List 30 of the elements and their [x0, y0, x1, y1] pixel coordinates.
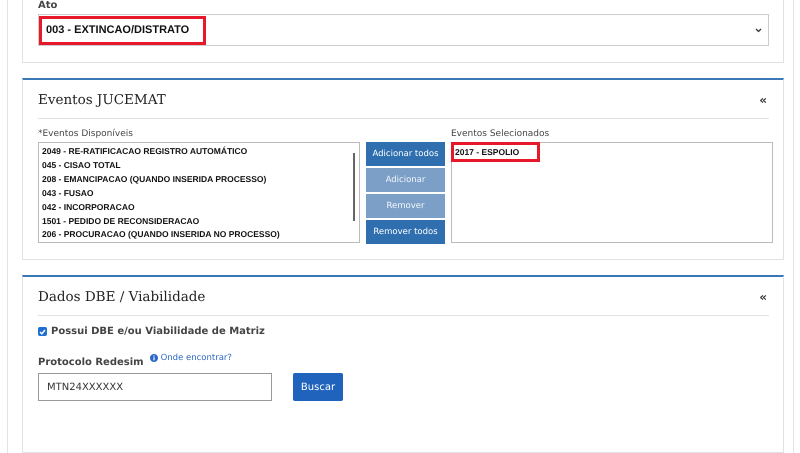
protocolo-field[interactable]: MTN24XXXXXX — [38, 373, 272, 401]
ato-select[interactable]: 003 - EXTINCAO/DISTRATO — [38, 14, 769, 46]
checkbox-label: Possui DBE e/ou Viabilidade de Matriz — [51, 326, 265, 337]
list-option[interactable]: 2049 - RE-RATIFICACAO REGISTRO AUTOMÁTICO — [41, 145, 248, 159]
list-option[interactable]: 2017 - ESPOLIO — [451, 142, 540, 162]
info-icon — [150, 354, 158, 362]
transfer-button[interactable]: Remover todos — [366, 220, 445, 244]
selected-list[interactable]: 2017 - ESPOLIO — [451, 142, 773, 243]
search-button[interactable]: Buscar — [293, 373, 343, 401]
list-option[interactable]: 208 - EMANCIPACAO (QUANDO INSERIDA PROCESSO) — [41, 172, 266, 187]
select-value: 003 - EXTINCAO/DISTRATO — [39, 16, 206, 44]
list-option[interactable]: 042 - INCORPORACAO — [41, 200, 135, 215]
list-label: Eventos Selecionados — [451, 129, 550, 139]
field-label: Protocolo Redesim — [38, 357, 144, 368]
help-link[interactable]: Onde encontrar? — [150, 353, 232, 363]
checkbox[interactable] — [38, 327, 47, 336]
list-option[interactable]: 1501 - PEDIDO DE RECONSIDERACAO — [41, 214, 200, 228]
list-option[interactable]: 206 - PROCURACAO (QUANDO INSERIDA NO PROCESSO) — [41, 228, 280, 242]
list-option[interactable]: 045 - CISAO TOTAL — [41, 158, 121, 173]
list-option[interactable]: 043 - FUSAO — [41, 186, 94, 201]
collapse-toggle[interactable]: « — [759, 93, 767, 107]
section-title: Eventos JUCEMAT — [38, 92, 166, 108]
chevron-icon — [755, 28, 762, 32]
transfer-button[interactable]: Adicionar todos — [366, 142, 445, 166]
section-title: Dados DBE / Viabilidade — [38, 289, 206, 305]
scrollbar[interactable] — [353, 153, 355, 221]
list-label: *Eventos Disponíveis — [38, 129, 133, 139]
collapse-toggle[interactable]: « — [759, 290, 767, 304]
available-list[interactable] — [38, 142, 360, 243]
field-label: Ato — [38, 0, 58, 11]
